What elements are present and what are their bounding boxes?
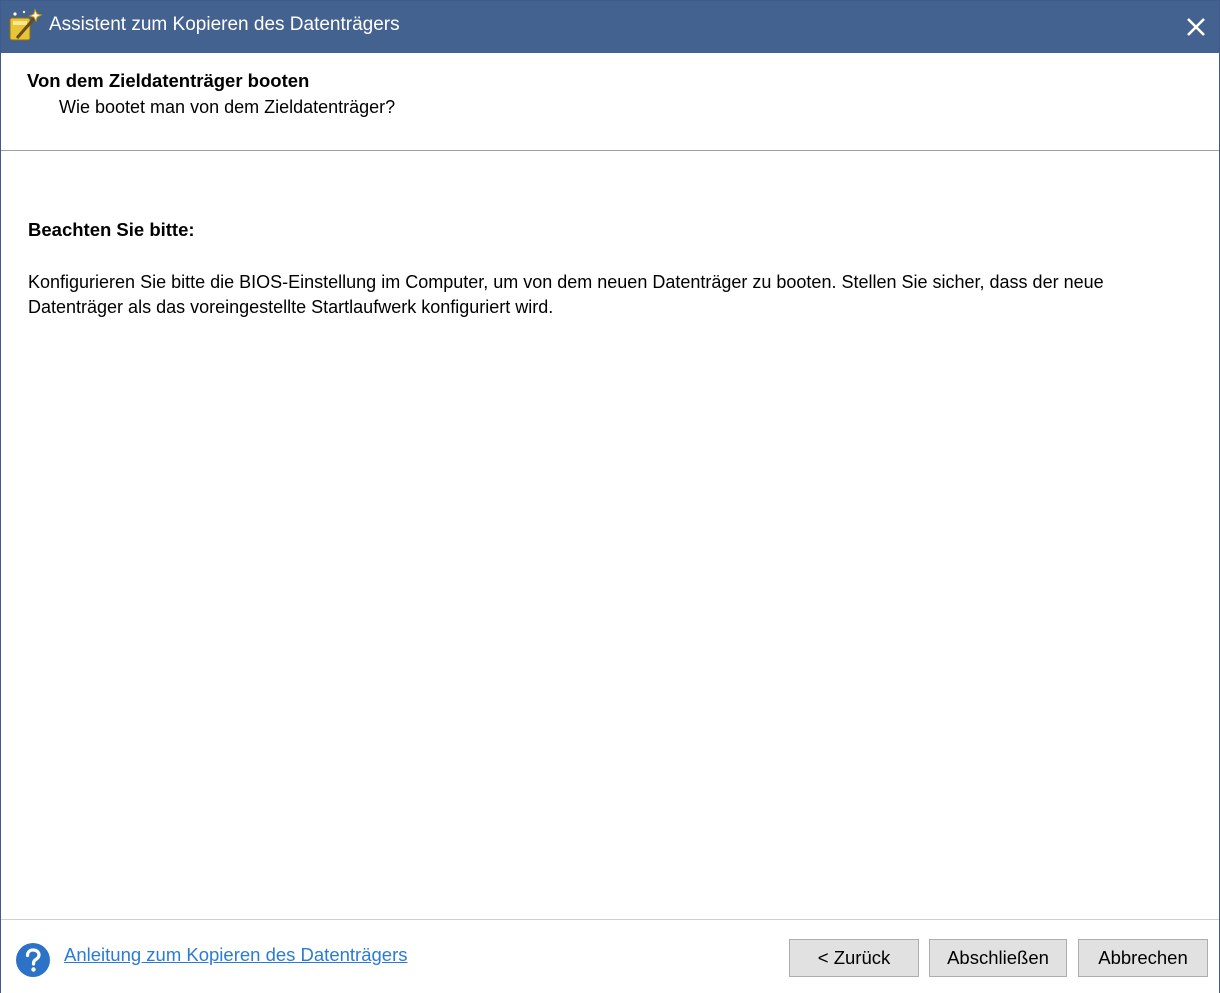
help-link[interactable]: Anleitung zum Kopieren des Datenträgers — [64, 944, 407, 966]
back-button[interactable]: < Zurück — [789, 939, 919, 977]
wizard-header: Von dem Zieldatenträger booten Wie boote… — [1, 53, 1219, 151]
close-button[interactable] — [1173, 1, 1219, 53]
finish-button[interactable]: Abschließen — [929, 939, 1067, 977]
wizard-footer: Anleitung zum Kopieren des Datenträgers … — [1, 919, 1219, 993]
step-title: Von dem Zieldatenträger booten — [27, 70, 310, 91]
window-title: Assistent zum Kopieren des Datenträgers — [49, 14, 400, 35]
wizard-window: Assistent zum Kopieren des Datenträgers … — [0, 0, 1220, 993]
wizard-content: Beachten Sie bitte: Konfigurieren Sie bi… — [1, 151, 1219, 919]
question-circle-icon[interactable] — [15, 942, 51, 978]
note-heading: Beachten Sie bitte: — [28, 219, 195, 240]
close-icon — [1187, 18, 1205, 36]
wizard-icon — [7, 8, 43, 44]
note-text: Konfigurieren Sie bitte die BIOS-Einstel… — [28, 272, 1104, 317]
step-subtitle: Wie bootet man von dem Zieldatenträger? — [59, 97, 396, 117]
cancel-button[interactable]: Abbrechen — [1078, 939, 1208, 977]
title-bar[interactable]: Assistent zum Kopieren des Datenträgers — [1, 1, 1219, 53]
